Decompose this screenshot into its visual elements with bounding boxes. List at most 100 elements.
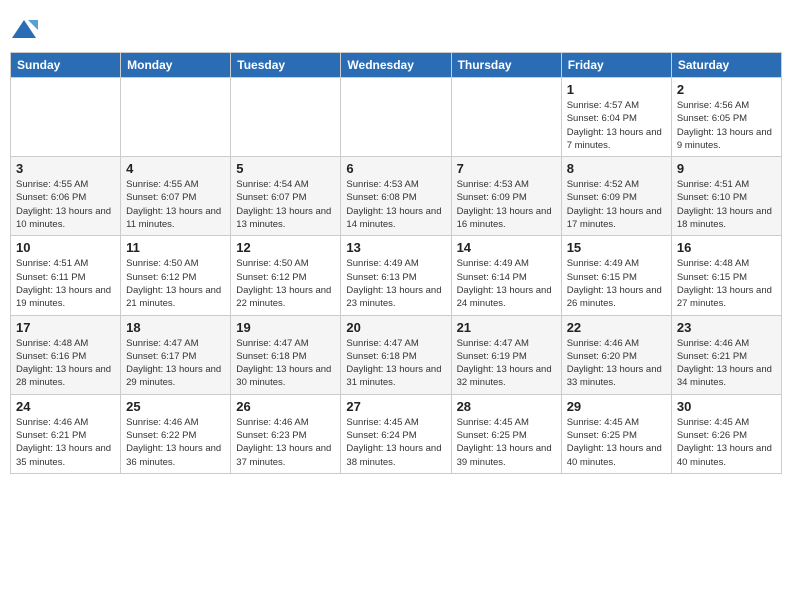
day-number: 22 — [567, 320, 666, 335]
day-info: Sunrise: 4:45 AM Sunset: 6:25 PM Dayligh… — [457, 416, 556, 469]
calendar-cell: 16Sunrise: 4:48 AM Sunset: 6:15 PM Dayli… — [671, 236, 781, 315]
day-info: Sunrise: 4:48 AM Sunset: 6:16 PM Dayligh… — [16, 337, 115, 390]
day-number: 14 — [457, 240, 556, 255]
day-number: 11 — [126, 240, 225, 255]
calendar-cell: 4 Sunrise: 4:55 AM Sunset: 6:07 PM Daylig… — [121, 157, 231, 236]
day-number: 28 — [457, 399, 556, 414]
day-info: Sunrise: 4:46 AM Sunset: 6:21 PM Dayligh… — [677, 337, 776, 390]
day-number: 24 — [16, 399, 115, 414]
day-info: Sunrise: 4:49 AM Sunset: 6:13 PM Dayligh… — [346, 257, 445, 310]
calendar-cell — [121, 78, 231, 157]
calendar-cell: 17 Sunrise: 4:48 AM Sunset: 6:16 PM Dayli… — [11, 315, 121, 394]
day-number: 3 — [16, 161, 115, 176]
day-number: 1 — [567, 82, 666, 97]
day-info: Sunrise: 4:51 AM Sunset: 6:10 PM Dayligh… — [677, 178, 776, 231]
calendar-cell: 7 Sunrise: 4:53 AM Sunset: 6:09 PM Daylig… — [451, 157, 561, 236]
calendar-cell: 13 Sunrise: 4:49 AM Sunset: 6:13 PM Dayli… — [341, 236, 451, 315]
day-number: 20 — [346, 320, 445, 335]
day-number: 25 — [126, 399, 225, 414]
day-info: Sunrise: 4:49 AM Sunset: 6:14 PM Dayligh… — [457, 257, 556, 310]
logo-icon — [10, 16, 38, 44]
day-info: Sunrise: 4:56 AM Sunset: 6:05 PM Dayligh… — [677, 99, 776, 152]
day-info: Sunrise: 4:55 AM Sunset: 6:07 PM Dayligh… — [126, 178, 225, 231]
calendar-cell: 1 Sunrise: 4:57 AM Sunset: 6:04 PM Daylig… — [561, 78, 671, 157]
day-number: 21 — [457, 320, 556, 335]
day-number: 9 — [677, 161, 776, 176]
day-number: 19 — [236, 320, 335, 335]
day-info: Sunrise: 4:54 AM Sunset: 6:07 PM Dayligh… — [236, 178, 335, 231]
calendar-cell: 12 Sunrise: 4:50 AM Sunset: 6:12 PM Dayli… — [231, 236, 341, 315]
calendar-cell: 5Sunrise: 4:54 AM Sunset: 6:07 PM Daylig… — [231, 157, 341, 236]
day-info: Sunrise: 4:53 AM Sunset: 6:09 PM Dayligh… — [457, 178, 556, 231]
calendar-table: SundayMondayTuesdayWednesdayThursdayFrid… — [10, 52, 782, 474]
day-number: 17 — [16, 320, 115, 335]
calendar-cell: 20Sunrise: 4:47 AM Sunset: 6:18 PM Dayli… — [341, 315, 451, 394]
calendar-cell: 6 Sunrise: 4:53 AM Sunset: 6:08 PM Daylig… — [341, 157, 451, 236]
calendar-body: 1 Sunrise: 4:57 AM Sunset: 6:04 PM Daylig… — [11, 78, 782, 474]
calendar-cell: 14 Sunrise: 4:49 AM Sunset: 6:14 PM Dayli… — [451, 236, 561, 315]
calendar-header: SundayMondayTuesdayWednesdayThursdayFrid… — [11, 53, 782, 78]
header-day-saturday: Saturday — [671, 53, 781, 78]
day-info: Sunrise: 4:47 AM Sunset: 6:17 PM Dayligh… — [126, 337, 225, 390]
logo — [10, 16, 42, 44]
calendar-cell: 27 Sunrise: 4:45 AM Sunset: 6:24 PM Dayli… — [341, 394, 451, 473]
calendar-cell: 11 Sunrise: 4:50 AM Sunset: 6:12 PM Dayli… — [121, 236, 231, 315]
calendar-cell: 3 Sunrise: 4:55 AM Sunset: 6:06 PM Daylig… — [11, 157, 121, 236]
calendar-cell: 26 Sunrise: 4:46 AM Sunset: 6:23 PM Dayli… — [231, 394, 341, 473]
day-number: 6 — [346, 161, 445, 176]
day-number: 27 — [346, 399, 445, 414]
day-info: Sunrise: 4:53 AM Sunset: 6:08 PM Dayligh… — [346, 178, 445, 231]
day-number: 18 — [126, 320, 225, 335]
header-row: SundayMondayTuesdayWednesdayThursdayFrid… — [11, 53, 782, 78]
day-number: 13 — [346, 240, 445, 255]
day-info: Sunrise: 4:49 AM Sunset: 6:15 PM Dayligh… — [567, 257, 666, 310]
day-info: Sunrise: 4:46 AM Sunset: 6:20 PM Dayligh… — [567, 337, 666, 390]
day-info: Sunrise: 4:52 AM Sunset: 6:09 PM Dayligh… — [567, 178, 666, 231]
day-info: Sunrise: 4:47 AM Sunset: 6:18 PM Dayligh… — [236, 337, 335, 390]
day-info: Sunrise: 4:47 AM Sunset: 6:19 PM Dayligh… — [457, 337, 556, 390]
day-number: 2 — [677, 82, 776, 97]
day-info: Sunrise: 4:57 AM Sunset: 6:04 PM Dayligh… — [567, 99, 666, 152]
header-day-thursday: Thursday — [451, 53, 561, 78]
day-number: 10 — [16, 240, 115, 255]
calendar-cell: 30 Sunrise: 4:45 AM Sunset: 6:26 PM Dayli… — [671, 394, 781, 473]
calendar-cell: 8Sunrise: 4:52 AM Sunset: 6:09 PM Daylig… — [561, 157, 671, 236]
day-number: 26 — [236, 399, 335, 414]
calendar-cell: 18 Sunrise: 4:47 AM Sunset: 6:17 PM Dayli… — [121, 315, 231, 394]
calendar-cell: 25Sunrise: 4:46 AM Sunset: 6:22 PM Dayli… — [121, 394, 231, 473]
week-row-4: 17 Sunrise: 4:48 AM Sunset: 6:16 PM Dayli… — [11, 315, 782, 394]
week-row-5: 24Sunrise: 4:46 AM Sunset: 6:21 PM Dayli… — [11, 394, 782, 473]
calendar-cell: 10 Sunrise: 4:51 AM Sunset: 6:11 PM Dayli… — [11, 236, 121, 315]
day-number: 7 — [457, 161, 556, 176]
calendar-cell — [11, 78, 121, 157]
day-number: 4 — [126, 161, 225, 176]
day-number: 12 — [236, 240, 335, 255]
header-day-monday: Monday — [121, 53, 231, 78]
day-info: Sunrise: 4:45 AM Sunset: 6:26 PM Dayligh… — [677, 416, 776, 469]
header — [10, 10, 782, 44]
day-info: Sunrise: 4:45 AM Sunset: 6:25 PM Dayligh… — [567, 416, 666, 469]
calendar-cell: 9 Sunrise: 4:51 AM Sunset: 6:10 PM Daylig… — [671, 157, 781, 236]
calendar-cell: 28 Sunrise: 4:45 AM Sunset: 6:25 PM Dayli… — [451, 394, 561, 473]
calendar-cell: 22 Sunrise: 4:46 AM Sunset: 6:20 PM Dayli… — [561, 315, 671, 394]
calendar-cell: 2 Sunrise: 4:56 AM Sunset: 6:05 PM Daylig… — [671, 78, 781, 157]
day-number: 23 — [677, 320, 776, 335]
day-number: 29 — [567, 399, 666, 414]
day-info: Sunrise: 4:46 AM Sunset: 6:23 PM Dayligh… — [236, 416, 335, 469]
day-info: Sunrise: 4:50 AM Sunset: 6:12 PM Dayligh… — [126, 257, 225, 310]
week-row-3: 10 Sunrise: 4:51 AM Sunset: 6:11 PM Dayli… — [11, 236, 782, 315]
header-day-sunday: Sunday — [11, 53, 121, 78]
day-number: 30 — [677, 399, 776, 414]
day-number: 15 — [567, 240, 666, 255]
day-info: Sunrise: 4:51 AM Sunset: 6:11 PM Dayligh… — [16, 257, 115, 310]
day-info: Sunrise: 4:50 AM Sunset: 6:12 PM Dayligh… — [236, 257, 335, 310]
header-day-wednesday: Wednesday — [341, 53, 451, 78]
calendar-cell: 29 Sunrise: 4:45 AM Sunset: 6:25 PM Dayli… — [561, 394, 671, 473]
week-row-2: 3 Sunrise: 4:55 AM Sunset: 6:06 PM Daylig… — [11, 157, 782, 236]
calendar-cell: 21 Sunrise: 4:47 AM Sunset: 6:19 PM Dayli… — [451, 315, 561, 394]
calendar-cell — [451, 78, 561, 157]
week-row-1: 1 Sunrise: 4:57 AM Sunset: 6:04 PM Daylig… — [11, 78, 782, 157]
day-info: Sunrise: 4:55 AM Sunset: 6:06 PM Dayligh… — [16, 178, 115, 231]
calendar-cell: 24Sunrise: 4:46 AM Sunset: 6:21 PM Dayli… — [11, 394, 121, 473]
day-info: Sunrise: 4:45 AM Sunset: 6:24 PM Dayligh… — [346, 416, 445, 469]
